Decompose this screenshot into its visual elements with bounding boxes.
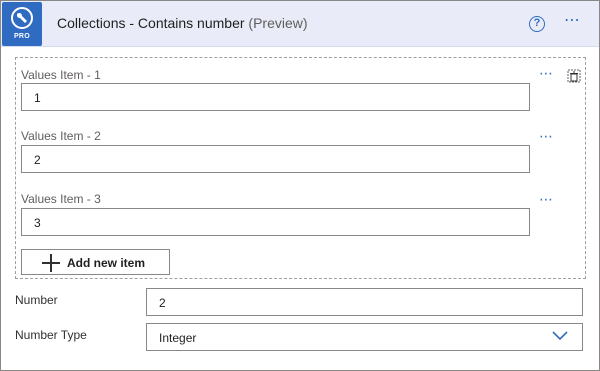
help-circle-icon[interactable]: ? — [529, 16, 545, 32]
add-new-item-label: Add new item — [67, 256, 146, 270]
plus-icon — [42, 254, 60, 272]
more-options-icon[interactable]: ⋯ — [564, 10, 581, 30]
card-title-preview: (Preview) — [248, 15, 308, 31]
card-header[interactable]: PRO Collections - Contains number (Previ… — [1, 1, 599, 47]
chevron-down-icon[interactable] — [552, 331, 568, 341]
values-item-2-label: Values Item - 2 — [21, 129, 101, 143]
pro-badge: PRO — [13, 33, 31, 40]
values-item-2-input[interactable]: 2 — [21, 145, 530, 173]
card-title-main: Collections - Contains number — [57, 15, 249, 31]
connector-icon: PRO — [2, 2, 42, 46]
values-item-2-more-icon[interactable]: ⋯ — [539, 128, 554, 145]
add-new-item-button[interactable]: Add new item — [21, 249, 170, 275]
values-item-3-more-icon[interactable]: ⋯ — [539, 191, 554, 208]
values-item-1-more-icon[interactable]: ⋯ — [539, 65, 554, 82]
wrench-icon — [11, 7, 33, 29]
values-item-1-input[interactable]: 1 — [21, 83, 530, 111]
values-item-3-label: Values Item - 3 — [21, 192, 101, 206]
values-item-1-label: Values Item - 1 — [21, 68, 101, 82]
action-card: PRO Collections - Contains number (Previ… — [0, 0, 600, 371]
number-type-label: Number Type — [15, 328, 87, 342]
number-type-select[interactable]: Integer — [146, 323, 583, 351]
number-label: Number — [15, 293, 58, 307]
values-item-3-input[interactable]: 3 — [21, 208, 530, 236]
delete-icon[interactable] — [567, 69, 581, 83]
number-input[interactable]: 2 — [146, 288, 583, 316]
card-title: Collections - Contains number (Preview) — [57, 15, 308, 31]
